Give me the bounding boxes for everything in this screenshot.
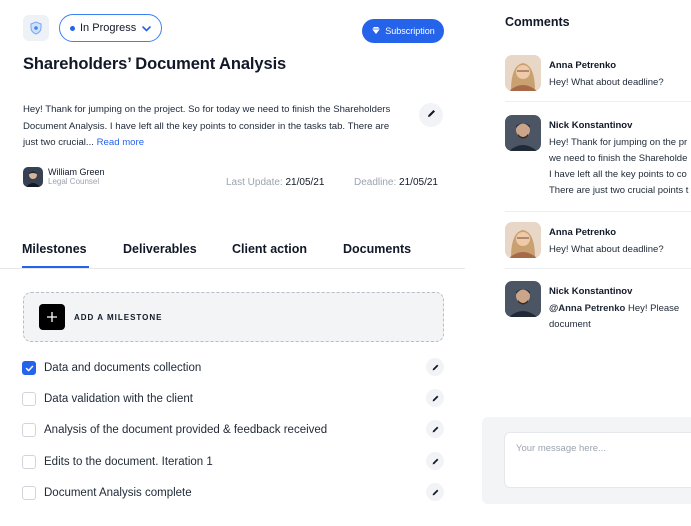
description-text: Hey! Thank for jumping on the project. S… <box>23 104 391 148</box>
milestone-item: Edits to the document. Iteration 1 <box>22 452 444 470</box>
last-update: Last Update: 21/05/21 <box>226 177 324 188</box>
tab-documents[interactable]: Documents <box>343 242 411 256</box>
plus-icon <box>39 304 65 330</box>
comment-line: document <box>549 319 591 330</box>
deadline-label: Deadline: <box>354 177 397 188</box>
owner-role: Legal Counsel <box>48 177 100 186</box>
milestone-item: Data and documents collection <box>22 358 444 376</box>
milestone-checkbox[interactable] <box>22 486 36 500</box>
comment-divider <box>505 101 691 102</box>
deadline: Deadline: 21/05/21 <box>354 177 438 188</box>
tab-bar: Milestones Deliverables Client action Do… <box>0 238 465 269</box>
milestone-checkbox[interactable] <box>22 423 36 437</box>
pencil-icon <box>432 364 438 370</box>
owner-name: William Green <box>48 167 105 177</box>
comment-line: I have left all the key points to co <box>549 169 687 180</box>
comment-mention[interactable]: @Anna Petrenko <box>549 303 625 314</box>
edit-milestone-button[interactable] <box>426 420 444 438</box>
chevron-down-icon <box>141 23 152 37</box>
edit-milestone-button[interactable] <box>426 452 444 470</box>
comment-line: we need to finish the Shareholde <box>549 153 688 164</box>
nick-avatar <box>505 115 541 151</box>
subscription-label: Subscription <box>385 26 435 36</box>
milestone-item: Analysis of the document provided & feed… <box>22 420 444 438</box>
last-update-value: 21/05/21 <box>285 177 325 188</box>
milestone-checkbox[interactable] <box>22 455 36 469</box>
comments-panel: Comments Anna Petrenko Hey! What about d… <box>465 0 691 526</box>
comment-author: Anna Petrenko <box>549 60 617 71</box>
comment-divider <box>505 268 691 269</box>
status-dropdown[interactable]: In Progress <box>59 14 162 42</box>
milestone-label: Edits to the document. Iteration 1 <box>44 456 213 468</box>
shield-logo-icon <box>23 15 49 41</box>
comment-line: Hey! Please <box>625 303 680 314</box>
milestone-label: Document Analysis complete <box>44 487 192 499</box>
milestone-item: Document Analysis complete <box>22 483 444 501</box>
last-update-label: Last Update: <box>226 177 283 188</box>
owner-avatar <box>23 167 43 187</box>
tab-deliverables[interactable]: Deliverables <box>123 242 197 256</box>
comment-text: Hey! What about deadline? <box>549 75 664 91</box>
milestone-item: Data validation with the client <box>22 389 444 407</box>
comment-divider <box>505 211 691 212</box>
comment-line: Hey! Thank for jumping on the pr <box>549 137 688 148</box>
message-input[interactable] <box>504 432 691 488</box>
task-detail-panel: In Progress Subscription Shareholders’ D… <box>0 0 465 526</box>
task-owner: William Green Legal Counsel <box>23 167 105 187</box>
edit-milestone-button[interactable] <box>426 389 444 407</box>
pencil-icon <box>426 106 437 124</box>
milestone-checkbox[interactable] <box>22 392 36 406</box>
milestone-label: Data and documents collection <box>44 362 202 374</box>
deadline-value: 21/05/21 <box>399 177 438 188</box>
comments-title: Comments <box>505 15 570 29</box>
read-more-link[interactable]: Read more <box>97 137 144 148</box>
comment-text: @Anna Petrenko Hey! Please document <box>549 301 679 333</box>
edit-description-button[interactable] <box>419 103 443 127</box>
nick-avatar <box>505 281 541 317</box>
milestone-label: Data validation with the client <box>44 393 193 405</box>
pencil-icon <box>432 395 438 401</box>
comment-author: Nick Konstantinov <box>549 286 633 297</box>
status-dot-icon <box>70 25 75 31</box>
status-label: In Progress <box>80 22 137 34</box>
milestone-label: Analysis of the document provided & feed… <box>44 424 328 436</box>
comment-text: Hey! Thank for jumping on the pr we need… <box>549 135 688 199</box>
comment-line: Hey! What about deadline? <box>549 77 664 88</box>
pencil-icon <box>432 489 438 495</box>
active-tab-indicator <box>22 266 89 268</box>
comment-line: Hey! What about deadline? <box>549 244 664 255</box>
subscription-button[interactable]: Subscription <box>362 19 444 43</box>
comment-author: Nick Konstantinov <box>549 120 633 131</box>
edit-milestone-button[interactable] <box>426 483 444 501</box>
anna-avatar <box>505 222 541 258</box>
milestone-checkbox[interactable] <box>22 361 36 375</box>
pencil-icon <box>432 458 438 464</box>
add-milestone-button[interactable]: ADD A MILESTONE <box>23 292 444 342</box>
tab-milestones[interactable]: Milestones <box>22 242 87 256</box>
checkmark-icon <box>25 365 33 371</box>
add-milestone-label: ADD A MILESTONE <box>74 312 163 322</box>
diamond-icon <box>371 26 381 37</box>
tab-client-action[interactable]: Client action <box>232 242 307 256</box>
edit-milestone-button[interactable] <box>426 358 444 376</box>
page-title: Shareholders’ Document Analysis <box>23 55 287 73</box>
pencil-icon <box>432 426 438 432</box>
comment-line: There are just two crucial points t <box>549 185 689 196</box>
task-description: Hey! Thank for jumping on the project. S… <box>23 102 403 152</box>
anna-avatar <box>505 55 541 91</box>
comment-author: Anna Petrenko <box>549 227 617 238</box>
message-composer <box>482 417 691 504</box>
comment-text: Hey! What about deadline? <box>549 242 664 258</box>
